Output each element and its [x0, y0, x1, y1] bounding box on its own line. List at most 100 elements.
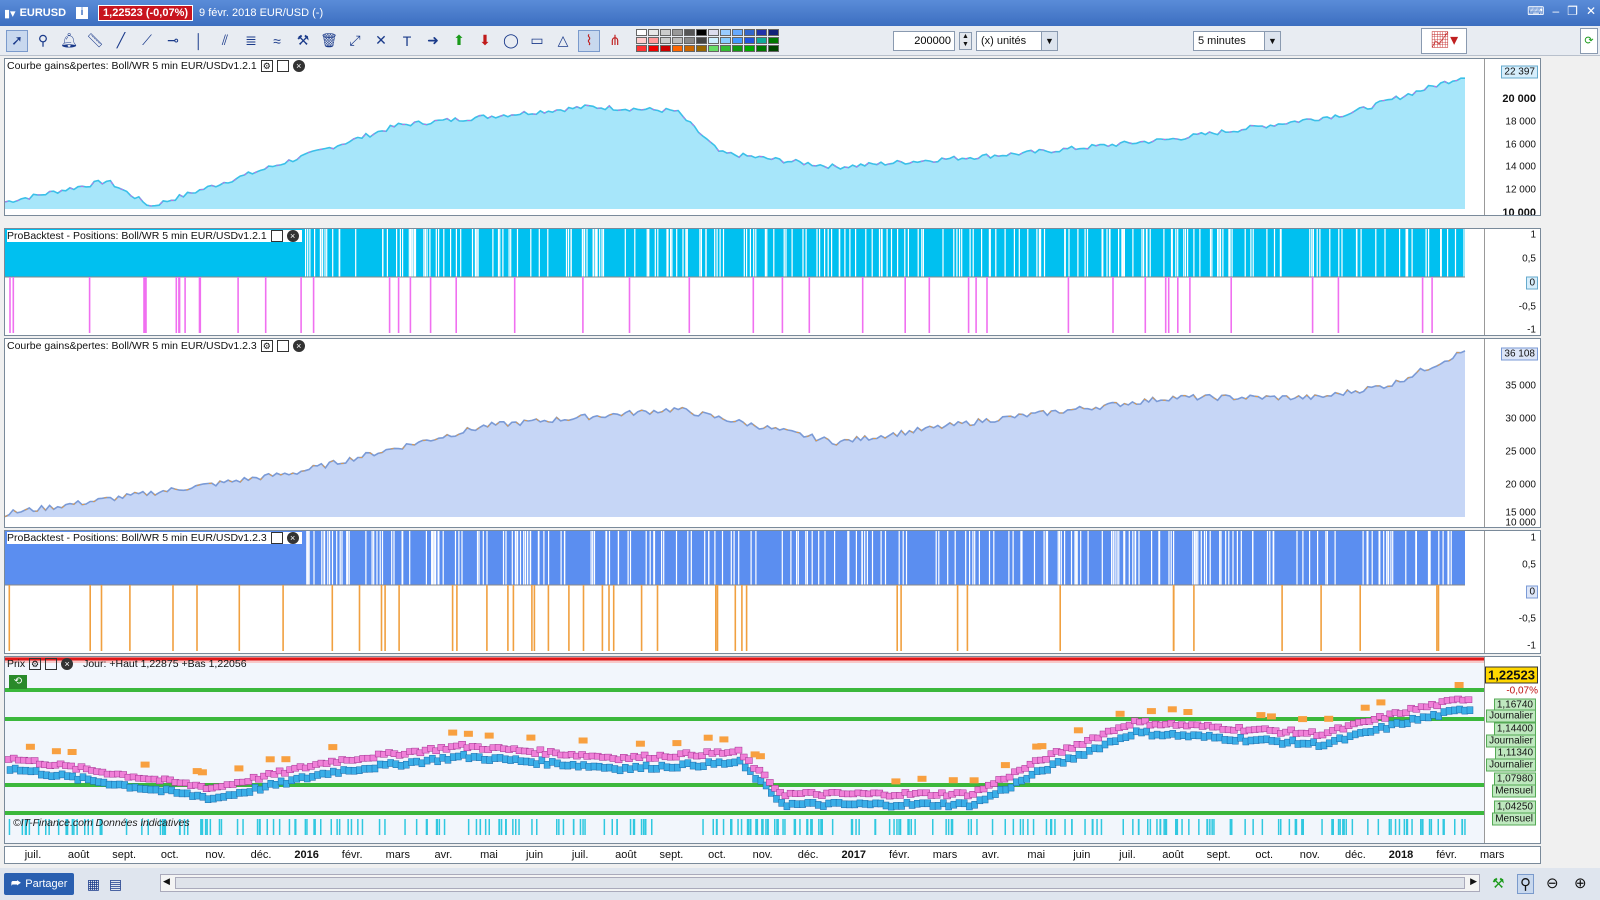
position-gap [1228, 531, 1230, 585]
unit-select[interactable]: (x) unités ▼ [975, 31, 1058, 51]
position-gap [1118, 531, 1120, 585]
info-icon[interactable]: i [76, 7, 89, 19]
text-icon[interactable]: T [396, 30, 418, 52]
position-gap [1111, 531, 1113, 585]
quantity-input[interactable] [893, 31, 955, 51]
restore-icon[interactable]: ❐ [1567, 4, 1578, 18]
maximize-icon[interactable] [276, 60, 289, 72]
axis-tick: -1 [1527, 324, 1536, 336]
maximize-icon[interactable] [270, 230, 283, 242]
volume-tick [1464, 819, 1466, 835]
quantity-spinner-icon[interactable]: ▲ ▼ [959, 32, 972, 50]
volume-tick [1388, 819, 1391, 835]
table-icon[interactable]: ▦ [82, 873, 104, 895]
zoom-in-icon[interactable]: ⤢ [344, 30, 366, 52]
volume-tick [737, 819, 739, 835]
position-gap [1250, 229, 1252, 277]
wrench-icon[interactable]: ⚙ [260, 60, 273, 72]
position-gap [382, 229, 384, 277]
position-gap [454, 531, 457, 585]
triangle-icon[interactable]: △ [552, 30, 574, 52]
volume-tick [484, 819, 487, 835]
scroll-right-icon[interactable]: ▶ [1470, 876, 1477, 887]
line-chart-icon[interactable]: ⌇ [578, 29, 600, 52]
position-gap [1386, 531, 1388, 585]
position-gap [482, 531, 484, 585]
line-icon[interactable]: ⟋ [136, 30, 158, 52]
volume-tick [404, 819, 406, 835]
last-value-tag: 22 397 [1501, 65, 1538, 79]
arrow-right-icon[interactable]: ➜ [422, 30, 444, 52]
position-gap [402, 229, 404, 277]
price-legend: Jour: +Haut 1,22875 +Bas 1,22056 [83, 658, 247, 670]
position-gap [686, 229, 688, 277]
close-icon[interactable]: × [286, 230, 299, 242]
trend-icon[interactable]: ≈ [266, 30, 288, 52]
position-gap [1086, 229, 1089, 277]
maximize-icon[interactable] [276, 340, 289, 352]
symbol-name[interactable]: EURUSD [20, 7, 66, 19]
ellipse-icon[interactable]: ◯ [500, 30, 522, 52]
hammer-icon[interactable]: ⚒ [292, 30, 314, 52]
share-button[interactable]: ⮫ Partager [4, 873, 75, 895]
vertical-line-icon[interactable]: │ [188, 30, 210, 52]
arrow-down-icon[interactable]: ⬇ [474, 30, 496, 52]
cross-icon[interactable]: ✕ [370, 30, 392, 52]
close-icon[interactable]: × [61, 658, 74, 670]
segment-icon[interactable]: ╱ [110, 30, 132, 52]
chevron-down-icon: ▼ [1040, 32, 1057, 50]
chart-type-button[interactable]: 📈︎▾ [1421, 28, 1467, 54]
position-gap [824, 229, 826, 277]
rectangle-icon[interactable]: ▭ [526, 30, 548, 52]
trash-icon[interactable]: 🗑︎ [318, 30, 340, 52]
pointer-icon[interactable]: ➚ [6, 29, 28, 52]
pitchfork-icon[interactable]: ⋔ [604, 30, 626, 52]
fibonacci-icon[interactable]: ≣ [240, 30, 262, 52]
keyboard-icon[interactable]: ⌨ [1527, 4, 1544, 18]
position-gap [898, 531, 900, 585]
horizontal-line-icon[interactable]: ⊸ [162, 30, 184, 52]
close-icon[interactable]: × [292, 60, 305, 72]
signal-marker [755, 753, 765, 760]
wrench-icon[interactable]: ⚙ [29, 658, 42, 670]
close-icon[interactable]: × [292, 340, 305, 352]
close-icon[interactable]: × [286, 532, 299, 544]
position-gap [1231, 229, 1233, 277]
volume-tick [855, 819, 857, 835]
zoom-out-icon[interactable]: ⊖ [1546, 874, 1559, 892]
minimize-icon[interactable]: – [1552, 4, 1559, 18]
maximize-icon[interactable] [45, 658, 58, 670]
chart-settings-icon[interactable]: ⚒ [1492, 875, 1505, 892]
zoom-fit-icon[interactable]: ⚲ [1517, 874, 1534, 894]
close-icon[interactable]: ✕ [1586, 4, 1596, 18]
position-gap [599, 229, 601, 277]
short-position [300, 277, 302, 333]
color-palette[interactable] [636, 29, 779, 52]
refresh-icon[interactable]: ⟲ [9, 675, 27, 689]
short-position [513, 277, 516, 333]
last-value-tag: 36 108 [1501, 347, 1538, 361]
position-gap [1109, 229, 1111, 277]
position-gap [1008, 531, 1010, 585]
side-tool-icon[interactable]: ⟳ [1580, 28, 1598, 54]
alert-bell-icon[interactable]: 🔔︎ [58, 30, 80, 52]
columns-icon[interactable]: ▤ [104, 873, 126, 895]
timeframe-select[interactable]: 5 minutes ▼ [1193, 31, 1281, 51]
horizontal-scrollbar[interactable]: ◀ ▶ [160, 874, 1480, 892]
ruler-icon[interactable]: 📏︎ [84, 30, 106, 52]
position-gap [567, 229, 570, 277]
short-position [1337, 277, 1340, 333]
scroll-left-icon[interactable]: ◀ [163, 876, 170, 887]
scroll-thumb[interactable] [175, 877, 1465, 889]
zoom-icon[interactable]: ⚲ [32, 30, 54, 52]
short-position [568, 585, 570, 651]
wrench-icon[interactable]: ⚙ [260, 340, 273, 352]
arrow-up-icon[interactable]: ⬆ [448, 30, 470, 52]
position-gap [917, 229, 919, 277]
channel-icon[interactable]: ⫽ [214, 30, 236, 52]
share-icon: ⮫ [11, 877, 22, 890]
volume-tick [1163, 819, 1165, 835]
maximize-icon[interactable] [270, 532, 283, 544]
app-menu-icon[interactable]: ▮▾ [4, 7, 16, 20]
zoom-in-icon[interactable]: ⊕ [1574, 874, 1587, 892]
